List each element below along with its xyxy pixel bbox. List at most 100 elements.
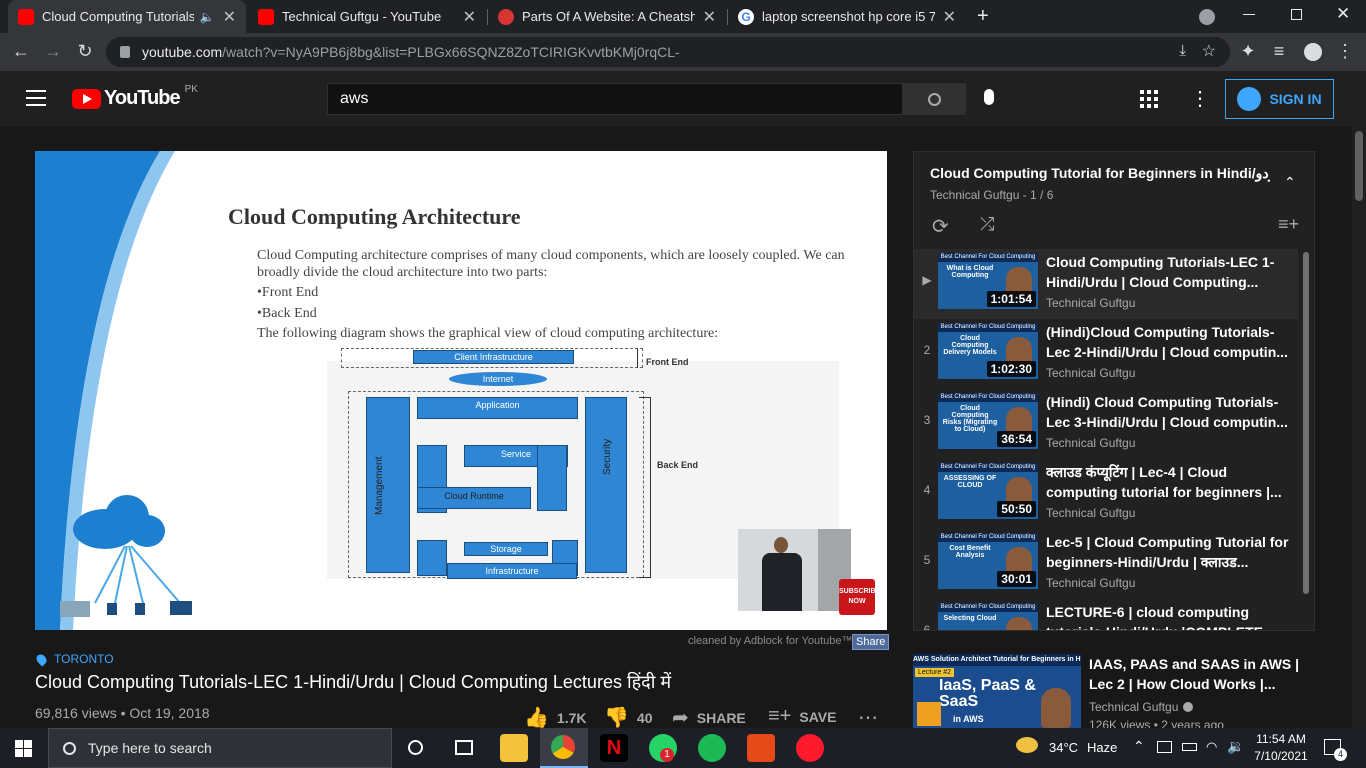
- playlist-item[interactable]: 5 Best Channel For Cloud Computing Cost …: [914, 529, 1298, 599]
- profile-icon[interactable]: [1304, 43, 1322, 61]
- settings-menu-icon[interactable]: ⋮: [1190, 86, 1210, 111]
- share-button[interactable]: ➦ SHARE: [672, 705, 746, 730]
- security-bar: [585, 397, 627, 573]
- spotify-icon[interactable]: [698, 734, 726, 762]
- thumbs-up-icon: 👍: [524, 707, 549, 729]
- recommended-thumbnail[interactable]: AWS Solution Architect Tutorial for Begi…: [913, 654, 1081, 728]
- save-button[interactable]: ≡+ SAVE: [768, 705, 836, 728]
- apps-grid-icon[interactable]: [1140, 90, 1158, 108]
- wifi-icon[interactable]: ◠: [1206, 739, 1217, 755]
- playlist-item[interactable]: ▶ Best Channel For Cloud Computing What …: [914, 249, 1298, 319]
- search-button[interactable]: [902, 83, 966, 115]
- install-app-icon[interactable]: ⤓: [1179, 42, 1186, 59]
- playlist-item-channel: Technical Guftgu: [1046, 296, 1136, 310]
- playlist-item-channel: Technical Guftgu: [1046, 366, 1136, 380]
- close-tab-icon[interactable]: ✕: [703, 7, 716, 27]
- like-count: 1.7K: [556, 709, 587, 726]
- volume-icon[interactable]: 🔉: [1227, 738, 1244, 755]
- slide-paragraph-1: Cloud Computing architecture comprises o…: [257, 248, 845, 280]
- page-scrollbar[interactable]: [1352, 127, 1366, 728]
- playlist-item-title: LECTURE-6 | cloud computing tutorials-Hi…: [1046, 604, 1263, 630]
- collapse-chevron-icon[interactable]: ⌃: [1284, 174, 1296, 191]
- browser-menu-icon[interactable]: ⋮: [1334, 41, 1356, 62]
- extensions-icon[interactable]: ✦: [1237, 41, 1259, 62]
- recommended-channel-row[interactable]: Technical Guftgu: [1089, 700, 1194, 714]
- sign-in-button[interactable]: SIGN IN: [1225, 79, 1334, 119]
- weather-desc[interactable]: Haze: [1087, 740, 1117, 755]
- restore-icon[interactable]: [1291, 9, 1302, 20]
- tab-title: Parts Of A Website: A Cheatsheet: [522, 9, 695, 24]
- browser-tab-1[interactable]: Cloud Computing Tutorials-L 🔈 ✕: [8, 0, 246, 33]
- recommended-title[interactable]: IAAS, PAAS and SAAS in AWS | Lec 2 | How…: [1089, 654, 1315, 694]
- search-icon: [927, 92, 941, 106]
- more-actions-icon[interactable]: ⋯: [858, 705, 878, 730]
- clock-time[interactable]: 11:54 AM: [1253, 732, 1309, 746]
- hamburger-menu-icon[interactable]: [26, 90, 46, 106]
- file-explorer-icon[interactable]: [500, 734, 528, 762]
- playlist-item-title: (Hindi) Cloud Computing Tutorials-Lec 3-…: [1046, 394, 1288, 430]
- video-player[interactable]: Cloud Computing Architecture Cloud Compu…: [35, 151, 887, 630]
- cortana-icon[interactable]: [408, 740, 423, 755]
- back-arrow-icon[interactable]: ←: [10, 41, 32, 62]
- playlist-item[interactable]: 2 Best Channel For Cloud Computing Cloud…: [914, 319, 1298, 389]
- youtube-header: YouTube PK aws ⋮ SIGN IN: [0, 71, 1366, 127]
- speaker-icon[interactable]: 🔈: [200, 10, 215, 24]
- like-button[interactable]: 👍 1.7K: [524, 705, 586, 730]
- playlist-item[interactable]: 6 Best Channel For Cloud Computing Selec…: [914, 599, 1298, 630]
- tab-search-icon[interactable]: [1199, 9, 1215, 25]
- adblock-share-button[interactable]: Share: [852, 634, 890, 650]
- office-icon[interactable]: [747, 734, 775, 762]
- playlist-scrollbar[interactable]: [1303, 252, 1309, 594]
- close-tab-icon[interactable]: ✕: [223, 7, 236, 27]
- playlist-meta[interactable]: Technical Guftgu - 1 / 6: [930, 188, 1053, 202]
- thumbnail-text: Cost Benefit Analysis: [949, 545, 991, 559]
- playlist-item[interactable]: 3 Best Channel For Cloud Computing Cloud…: [914, 389, 1298, 459]
- taskbar-search-box[interactable]: Type here to search: [48, 728, 392, 768]
- opera-icon[interactable]: [796, 734, 824, 762]
- save-playlist-icon[interactable]: ≡+: [1278, 214, 1299, 235]
- application-box: Application: [417, 397, 578, 419]
- thumbnail-banner: Best Channel For Cloud Computing: [938, 533, 1038, 542]
- location-tag[interactable]: TORONTO: [34, 651, 114, 667]
- browser-tab-3[interactable]: Parts Of A Website: A Cheatsheet ✕: [488, 0, 726, 33]
- weather-icon[interactable]: [1016, 737, 1038, 753]
- clock-date[interactable]: 7/10/2021: [1253, 749, 1309, 763]
- close-window-icon[interactable]: ✕: [1336, 4, 1350, 24]
- forward-arrow-icon[interactable]: →: [42, 41, 64, 62]
- browser-tab-2[interactable]: Technical Guftgu - YouTube ✕: [248, 0, 486, 33]
- infrastructure-box: Infrastructure: [447, 563, 577, 579]
- windows-start-icon[interactable]: [15, 740, 32, 757]
- reload-icon[interactable]: ↻: [74, 41, 96, 62]
- youtube-logo[interactable]: YouTube PK: [72, 84, 198, 110]
- thumbnail-text: Cloud Computing Delivery Models: [943, 335, 997, 356]
- account-icon: [1237, 87, 1262, 111]
- shuffle-icon[interactable]: ⤮: [980, 214, 994, 235]
- location-label: TORONTO: [54, 652, 114, 666]
- netflix-icon[interactable]: N: [600, 734, 628, 762]
- new-tab-icon[interactable]: +: [977, 5, 989, 28]
- close-tab-icon[interactable]: ✕: [943, 7, 956, 27]
- playlist-index: 4: [923, 483, 931, 497]
- presenter-webcam: [738, 529, 851, 611]
- task-view-icon[interactable]: [455, 740, 473, 755]
- tray-app-icon[interactable]: [1157, 741, 1172, 753]
- microphone-icon[interactable]: [984, 89, 994, 105]
- weather-temp[interactable]: 34°C: [1049, 740, 1078, 755]
- playlist-panel: Cloud Computing Tutorial for Beginners i…: [913, 151, 1315, 631]
- dislike-button[interactable]: 👎 40: [604, 705, 652, 730]
- media-control-icon[interactable]: ≡: [1268, 41, 1290, 62]
- browser-tab-4[interactable]: G laptop screenshot hp core i5 7th ✕: [728, 0, 966, 33]
- chrome-taskbar-button[interactable]: [540, 728, 588, 768]
- address-bar[interactable]: youtube.com /watch?v=NyA9PB6j8bg&list=PL…: [106, 37, 1230, 67]
- playlist-title[interactable]: Cloud Computing Tutorial for Beginners i…: [930, 165, 1270, 182]
- url-path: /watch?v=NyA9PB6j8bg&list=PLBGx66SQNZ8Zo…: [222, 44, 680, 60]
- battery-icon[interactable]: [1182, 743, 1197, 751]
- tray-chevron-icon[interactable]: ⌃: [1133, 738, 1145, 755]
- bookmark-star-icon[interactable]: ☆: [1202, 41, 1216, 61]
- loop-icon[interactable]: ⟳: [932, 214, 949, 239]
- playlist-item[interactable]: 4 Best Channel For Cloud Computing ASSES…: [914, 459, 1298, 529]
- close-tab-icon[interactable]: ✕: [463, 7, 476, 27]
- search-input[interactable]: aws: [327, 83, 903, 115]
- minimize-icon[interactable]: [1243, 14, 1255, 15]
- page-scrollbar-thumb[interactable]: [1355, 131, 1363, 201]
